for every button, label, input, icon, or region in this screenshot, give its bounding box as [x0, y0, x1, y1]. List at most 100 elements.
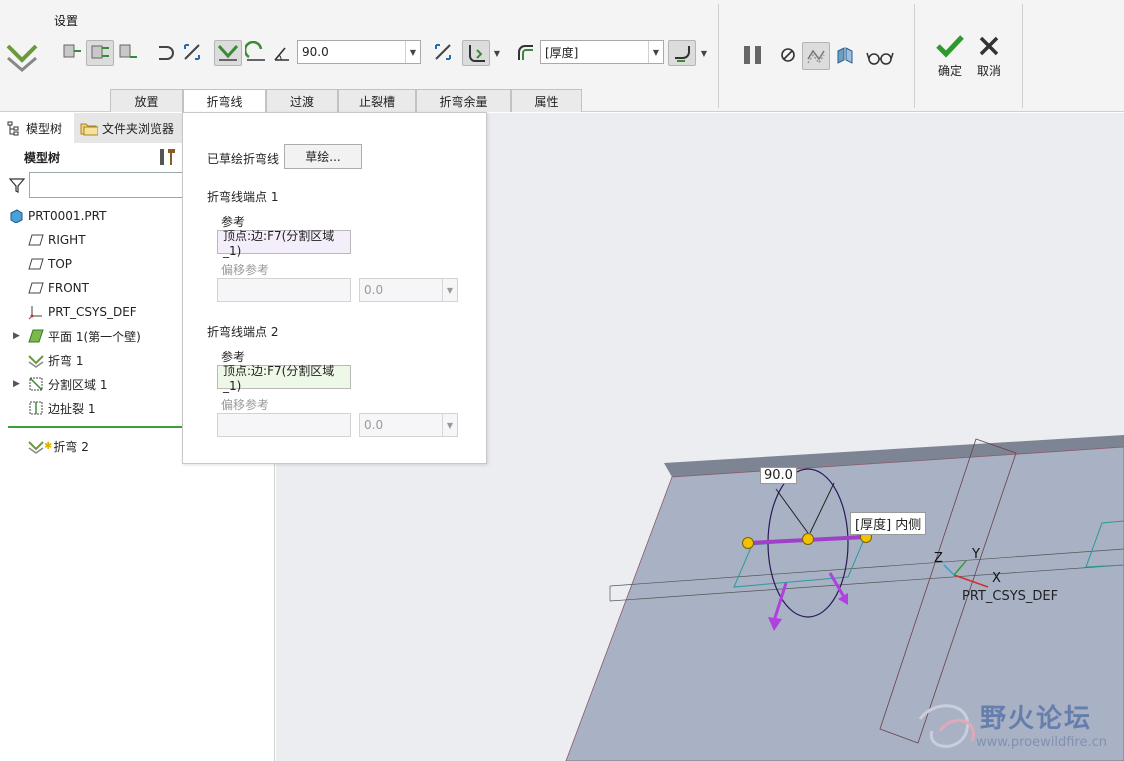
endpoint-2-offset-value-select[interactable]: 0.0 ▼	[359, 413, 458, 437]
bend-line-panel: 已草绘折弯线 草绘... 折弯线端点 1 参考 顶点:边:F7(分割区域_1) …	[182, 112, 487, 464]
thickness-icon	[514, 41, 536, 63]
folder-icon	[80, 123, 98, 136]
ribbon-divider	[1022, 4, 1023, 108]
tree-item-csys[interactable]: PRT_CSYS_DEF	[28, 301, 137, 323]
endpoint-2-ref-field[interactable]: 顶点:边:F7(分割区域_1)	[217, 364, 351, 393]
verify-glasses-icon[interactable]	[865, 46, 895, 68]
tree-item-label: 边扯裂 1	[48, 401, 96, 416]
tab-bend-line[interactable]: 折弯线	[183, 89, 266, 113]
tree-item-right[interactable]: RIGHT	[28, 229, 86, 251]
thickness-select[interactable]: [厚度] ▼	[540, 40, 664, 64]
expand-arrow-icon[interactable]: ▶	[13, 379, 20, 389]
tree-item-label: 平面 1(第一个壁)	[48, 329, 141, 344]
tab-properties[interactable]: 属性	[511, 89, 582, 112]
chevron-down-icon[interactable]: ▼	[442, 279, 457, 301]
bend-angle-dimension[interactable]: 90.0	[760, 467, 797, 484]
ribbon-divider	[914, 4, 915, 108]
bend-one-side-icon[interactable]	[60, 40, 84, 64]
chevron-down-icon[interactable]: ▼	[491, 41, 503, 65]
endpoint-2-offset-label: 偏移参考	[221, 398, 270, 412]
tree-item-flat-wall[interactable]: 平面 1(第一个壁)	[28, 325, 141, 347]
ribbon-divider	[718, 4, 719, 108]
tree-item-label: 折弯 2	[53, 439, 89, 454]
ok-button[interactable]: 确定	[928, 34, 972, 79]
tree-item-front[interactable]: FRONT	[28, 277, 89, 299]
tree-search-input[interactable]	[29, 172, 184, 198]
csys-y-label: Y	[972, 547, 980, 562]
endpoint-2-offset-ref-field[interactable]	[217, 413, 351, 437]
geometry-preview-icon[interactable]	[802, 42, 830, 70]
tree-item-label: PRT_CSYS_DEF	[48, 305, 137, 319]
tab-bend-allowance[interactable]: 折弯余量	[416, 89, 511, 112]
bend-feature-icon	[6, 40, 38, 74]
endpoint-1-offset-value: 0.0	[364, 283, 384, 297]
flat-wall-icon	[28, 328, 44, 344]
tab-folder-browser[interactable]: 文件夹浏览器	[74, 113, 182, 143]
thickness-label: [厚度]	[855, 518, 892, 533]
bend-both-sides-icon[interactable]	[86, 40, 114, 66]
tree-settings-icon[interactable]	[158, 147, 178, 170]
endpoint-1-offset-value-select[interactable]: 0.0 ▼	[359, 278, 458, 302]
part-icon	[8, 208, 24, 224]
tree-item-label: PRT0001.PRT	[28, 209, 107, 223]
endpoint-1-ref-field[interactable]: 顶点:边:F7(分割区域_1)	[217, 229, 351, 258]
datum-plane-icon	[28, 280, 44, 296]
csys-name-label: PRT_CSYS_DEF	[962, 589, 1059, 604]
tree-item-top[interactable]: TOP	[28, 253, 72, 275]
bend-angle-input[interactable]: 90.0 ▼	[297, 40, 421, 64]
endpoint-1-offset-label: 偏移参考	[221, 263, 270, 277]
csys-z-label: Z	[934, 551, 943, 566]
chevron-down-icon[interactable]: ▼	[442, 414, 457, 436]
tab-transition[interactable]: 过渡	[266, 89, 338, 112]
tab-label: 过渡	[289, 94, 314, 109]
flip-angle-icon[interactable]	[431, 40, 455, 64]
tab-model-tree[interactable]: 模型树	[6, 113, 74, 143]
bend-line-endpoint-handle[interactable]	[742, 537, 754, 549]
tab-label: 属性	[534, 94, 559, 109]
watermark-title: 野火论坛	[980, 704, 1093, 734]
bend-angle-type-icon[interactable]	[214, 40, 242, 66]
chevron-down-icon[interactable]: ▼	[648, 41, 663, 63]
tree-item-split-area[interactable]: 分割区域 1	[28, 373, 107, 395]
filter-icon[interactable]	[8, 177, 26, 196]
sketched-bend-line-label: 已草绘折弯线	[207, 152, 280, 166]
tree-item-bend-1[interactable]: 折弯 1	[28, 349, 83, 371]
thickness-side-label[interactable]: [厚度] 内侧	[850, 512, 927, 535]
endpoint-2-ref-value: 顶点:边:F7(分割区域_1)	[223, 363, 335, 393]
tree-item-bend-2[interactable]: ✱ 折弯 2	[28, 435, 89, 457]
flip-bend-icon[interactable]	[180, 40, 204, 64]
bend-icon	[28, 438, 44, 454]
watermark-url: www.proewildfire.cn	[976, 735, 1107, 750]
bend-radius-icon[interactable]	[462, 40, 490, 66]
bend-side-icon[interactable]	[668, 40, 696, 66]
endpoint-1-offset-ref-field[interactable]	[217, 278, 351, 302]
feature-preview-icon[interactable]	[834, 44, 856, 66]
tab-placement[interactable]: 放置	[110, 89, 183, 112]
chevron-down-icon[interactable]: ▼	[405, 41, 420, 63]
close-icon	[979, 36, 999, 56]
edge-rip-icon	[28, 400, 44, 416]
bend-line-center-handle[interactable]	[802, 533, 814, 545]
tab-label: 放置	[134, 94, 159, 109]
no-preview-icon[interactable]	[779, 46, 797, 64]
bend-direction-icon[interactable]	[154, 40, 178, 64]
bend-rolled-icon[interactable]	[244, 40, 268, 64]
chevron-down-icon[interactable]: ▼	[698, 41, 710, 65]
tree-item-edge-rip[interactable]: 边扯裂 1	[28, 397, 95, 419]
pause-icon[interactable]	[740, 42, 766, 68]
sketch-button[interactable]: 草绘...	[284, 144, 362, 169]
expand-arrow-icon[interactable]: ▶	[13, 331, 20, 341]
cancel-button[interactable]: 取消	[967, 34, 1011, 79]
tab-folder-browser-label: 文件夹浏览器	[102, 121, 175, 136]
tab-label: 止裂槽	[358, 94, 395, 109]
bend-icon	[28, 352, 44, 368]
side-label: 内侧	[895, 518, 922, 533]
tree-item-part[interactable]: PRT0001.PRT	[8, 205, 106, 227]
bend-other-side-icon[interactable]	[116, 40, 140, 64]
thickness-option: [厚度]	[545, 45, 579, 60]
new-feature-star-icon: ✱	[44, 440, 53, 452]
insert-here-indicator[interactable]	[8, 426, 183, 428]
checkmark-icon	[936, 35, 964, 58]
cancel-label: 取消	[976, 64, 1001, 78]
tab-relief[interactable]: 止裂槽	[338, 89, 416, 112]
